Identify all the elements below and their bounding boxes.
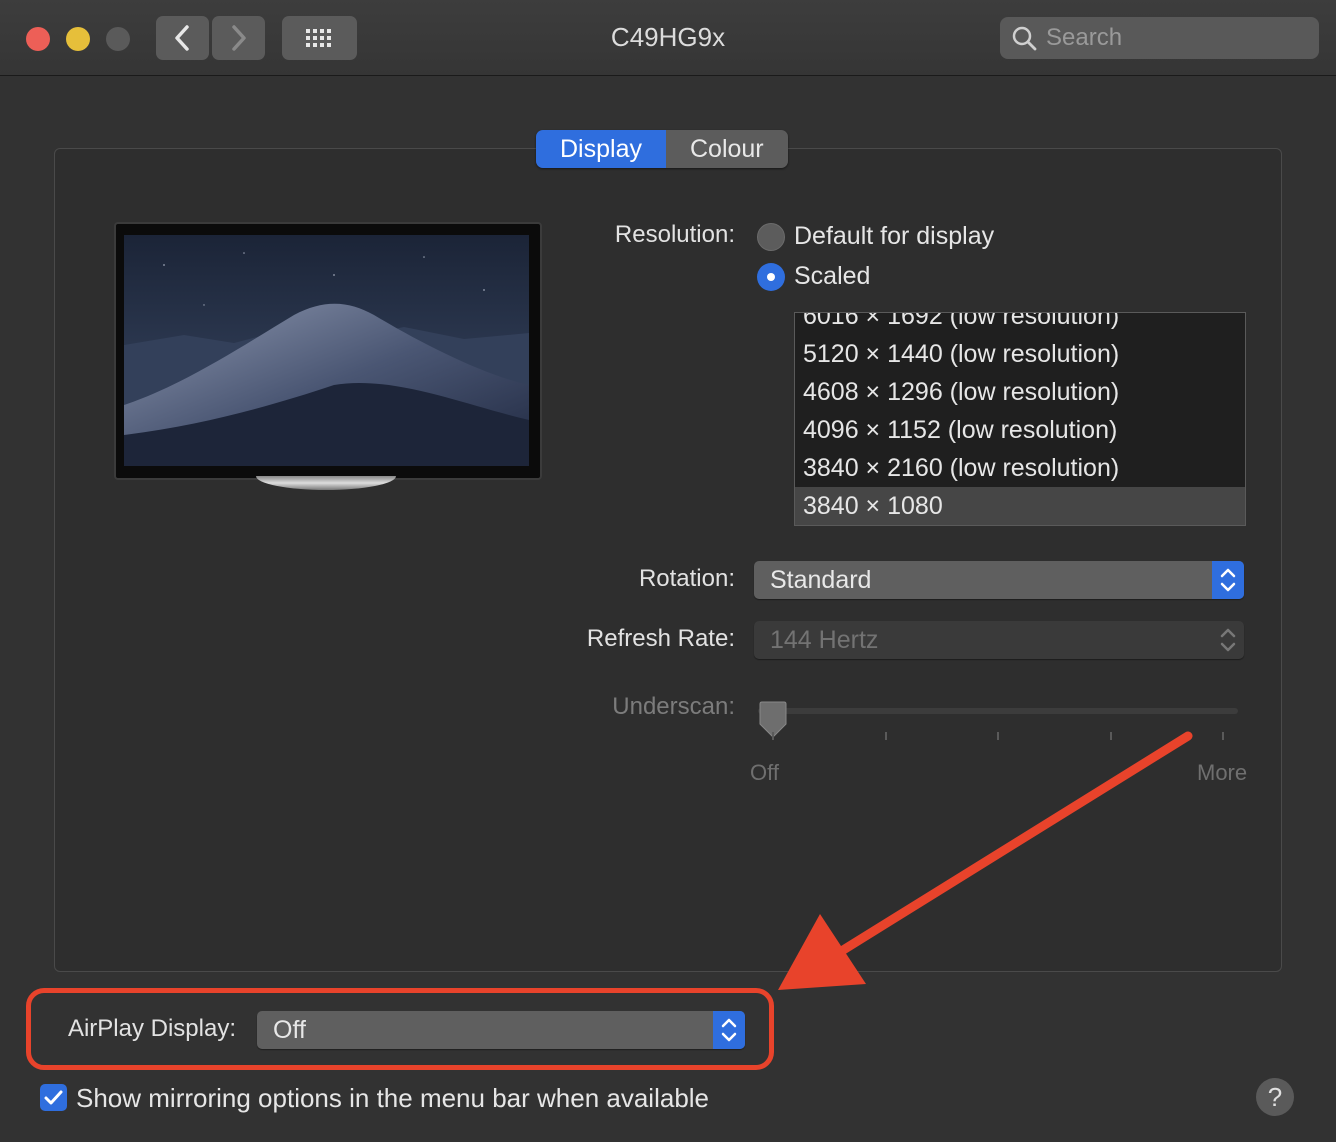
- mirroring-checkbox-label[interactable]: Show mirroring options in the menu bar w…: [76, 1083, 709, 1114]
- airplay-display-label: AirPlay Display:: [67, 1015, 236, 1042]
- help-button[interactable]: ?: [1256, 1078, 1294, 1116]
- up-down-chevron-icon: [721, 1018, 737, 1042]
- annotation-arrow: [778, 731, 1193, 990]
- airplay-display-popup[interactable]: Off: [257, 1011, 745, 1049]
- airplay-display-value: Off: [273, 1016, 306, 1044]
- checkmark-icon: [44, 1090, 63, 1105]
- mirroring-checkbox[interactable]: [40, 1084, 67, 1111]
- airplay-stepper[interactable]: [713, 1011, 745, 1049]
